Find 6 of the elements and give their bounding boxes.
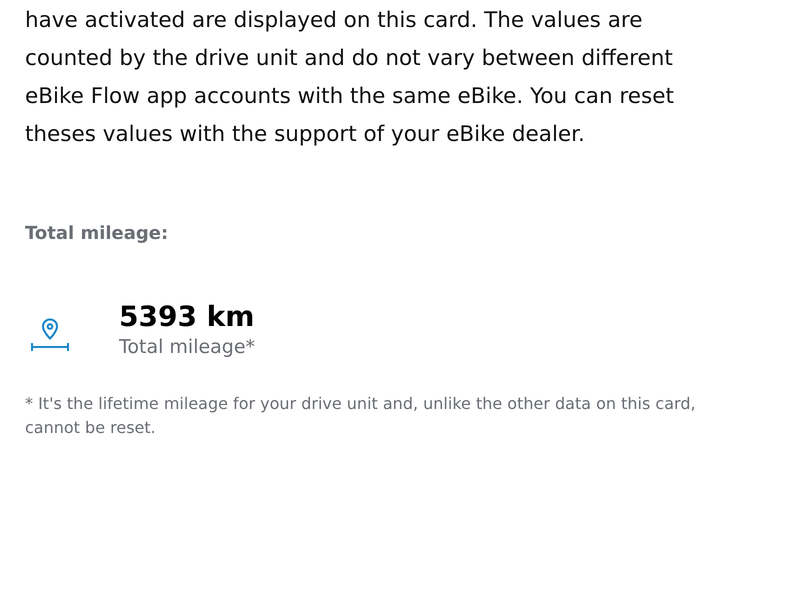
footnote-text: * It's the lifetime mileage for your drive unit and, unlike the other data on this card, cannot be reset. — [25, 393, 696, 439]
description-text: have activated are displayed on this card. The values are counted by the drive unit and do not vary between different eBike Flow app accounts with the same eBike. You can reset theses values with the support of your eBike dealer. — [25, 7, 674, 149]
stat-label: Total mileage* — [119, 335, 256, 360]
location-distance-icon — [31, 317, 69, 353]
stat-value: 5393 km — [119, 300, 254, 334]
section-heading: Total mileage: — [25, 222, 168, 246]
